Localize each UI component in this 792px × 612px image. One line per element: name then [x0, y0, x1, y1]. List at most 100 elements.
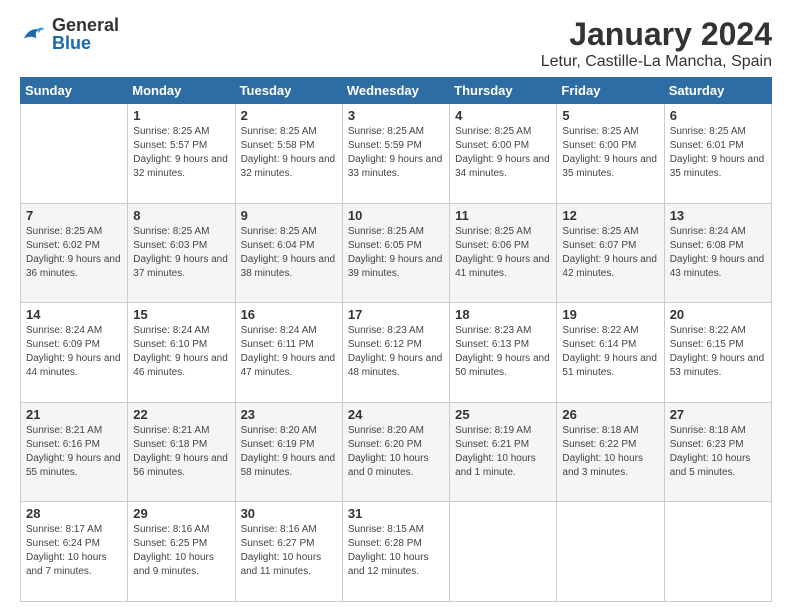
day-number: 28 — [26, 506, 122, 521]
sunrise-text: Sunrise: 8:21 AM — [133, 425, 209, 436]
table-cell: 9 Sunrise: 8:25 AM Sunset: 6:04 PM Dayli… — [235, 203, 342, 303]
table-cell: 4 Sunrise: 8:25 AM Sunset: 6:00 PM Dayli… — [450, 104, 557, 204]
daylight-text: Daylight: 9 hours and 34 minutes. — [455, 154, 550, 179]
cell-content: Sunrise: 8:15 AM Sunset: 6:28 PM Dayligh… — [348, 523, 444, 579]
table-cell: 17 Sunrise: 8:23 AM Sunset: 6:12 PM Dayl… — [342, 303, 449, 403]
table-cell: 21 Sunrise: 8:21 AM Sunset: 6:16 PM Dayl… — [21, 402, 128, 502]
table-cell: 28 Sunrise: 8:17 AM Sunset: 6:24 PM Dayl… — [21, 502, 128, 602]
sunrise-text: Sunrise: 8:16 AM — [241, 524, 317, 535]
logo-general: General — [52, 16, 119, 34]
sunset-text: Sunset: 6:18 PM — [133, 439, 207, 450]
daylight-text: Daylight: 9 hours and 37 minutes. — [133, 254, 228, 279]
cell-content: Sunrise: 8:22 AM Sunset: 6:15 PM Dayligh… — [670, 324, 766, 380]
day-number: 22 — [133, 407, 229, 422]
cell-content: Sunrise: 8:23 AM Sunset: 6:12 PM Dayligh… — [348, 324, 444, 380]
day-number: 10 — [348, 208, 444, 223]
daylight-text: Daylight: 9 hours and 41 minutes. — [455, 254, 550, 279]
day-number: 7 — [26, 208, 122, 223]
sunset-text: Sunset: 5:57 PM — [133, 140, 207, 151]
sunrise-text: Sunrise: 8:25 AM — [133, 126, 209, 137]
sunrise-text: Sunrise: 8:15 AM — [348, 524, 424, 535]
day-number: 2 — [241, 108, 337, 123]
cell-content: Sunrise: 8:25 AM Sunset: 6:01 PM Dayligh… — [670, 125, 766, 181]
table-cell: 23 Sunrise: 8:20 AM Sunset: 6:19 PM Dayl… — [235, 402, 342, 502]
daylight-text: Daylight: 9 hours and 48 minutes. — [348, 353, 443, 378]
day-number: 15 — [133, 307, 229, 322]
sunrise-text: Sunrise: 8:23 AM — [455, 325, 531, 336]
table-cell: 14 Sunrise: 8:24 AM Sunset: 6:09 PM Dayl… — [21, 303, 128, 403]
daylight-text: Daylight: 9 hours and 46 minutes. — [133, 353, 228, 378]
table-cell: 24 Sunrise: 8:20 AM Sunset: 6:20 PM Dayl… — [342, 402, 449, 502]
col-thursday: Thursday — [450, 78, 557, 104]
col-wednesday: Wednesday — [342, 78, 449, 104]
cell-content: Sunrise: 8:24 AM Sunset: 6:08 PM Dayligh… — [670, 225, 766, 281]
sunset-text: Sunset: 6:10 PM — [133, 339, 207, 350]
table-cell: 13 Sunrise: 8:24 AM Sunset: 6:08 PM Dayl… — [664, 203, 771, 303]
daylight-text: Daylight: 9 hours and 50 minutes. — [455, 353, 550, 378]
logo: General Blue — [20, 16, 119, 52]
sunrise-text: Sunrise: 8:25 AM — [241, 126, 317, 137]
cell-content: Sunrise: 8:25 AM Sunset: 5:58 PM Dayligh… — [241, 125, 337, 181]
day-number: 29 — [133, 506, 229, 521]
sunset-text: Sunset: 6:27 PM — [241, 538, 315, 549]
table-cell: 12 Sunrise: 8:25 AM Sunset: 6:07 PM Dayl… — [557, 203, 664, 303]
cell-content: Sunrise: 8:25 AM Sunset: 6:02 PM Dayligh… — [26, 225, 122, 281]
cell-content: Sunrise: 8:24 AM Sunset: 6:11 PM Dayligh… — [241, 324, 337, 380]
week-row-4: 28 Sunrise: 8:17 AM Sunset: 6:24 PM Dayl… — [21, 502, 772, 602]
daylight-text: Daylight: 9 hours and 42 minutes. — [562, 254, 657, 279]
sunrise-text: Sunrise: 8:22 AM — [670, 325, 746, 336]
daylight-text: Daylight: 9 hours and 32 minutes. — [241, 154, 336, 179]
daylight-text: Daylight: 9 hours and 47 minutes. — [241, 353, 336, 378]
table-cell: 30 Sunrise: 8:16 AM Sunset: 6:27 PM Dayl… — [235, 502, 342, 602]
sunset-text: Sunset: 6:04 PM — [241, 240, 315, 251]
day-number: 31 — [348, 506, 444, 521]
daylight-text: Daylight: 10 hours and 7 minutes. — [26, 552, 107, 577]
day-number: 12 — [562, 208, 658, 223]
week-row-2: 14 Sunrise: 8:24 AM Sunset: 6:09 PM Dayl… — [21, 303, 772, 403]
sunrise-text: Sunrise: 8:25 AM — [562, 226, 638, 237]
sunrise-text: Sunrise: 8:24 AM — [241, 325, 317, 336]
sunset-text: Sunset: 6:21 PM — [455, 439, 529, 450]
day-number: 3 — [348, 108, 444, 123]
table-cell: 16 Sunrise: 8:24 AM Sunset: 6:11 PM Dayl… — [235, 303, 342, 403]
page: General Blue January 2024 Letur, Castill… — [0, 0, 792, 612]
sunrise-text: Sunrise: 8:25 AM — [348, 226, 424, 237]
daylight-text: Daylight: 9 hours and 33 minutes. — [348, 154, 443, 179]
cell-content: Sunrise: 8:18 AM Sunset: 6:23 PM Dayligh… — [670, 424, 766, 480]
sunset-text: Sunset: 6:23 PM — [670, 439, 744, 450]
col-saturday: Saturday — [664, 78, 771, 104]
sunset-text: Sunset: 6:00 PM — [562, 140, 636, 151]
table-cell: 6 Sunrise: 8:25 AM Sunset: 6:01 PM Dayli… — [664, 104, 771, 204]
sunrise-text: Sunrise: 8:24 AM — [670, 226, 746, 237]
col-tuesday: Tuesday — [235, 78, 342, 104]
col-monday: Monday — [128, 78, 235, 104]
table-cell — [21, 104, 128, 204]
sunrise-text: Sunrise: 8:19 AM — [455, 425, 531, 436]
day-number: 16 — [241, 307, 337, 322]
cell-content: Sunrise: 8:25 AM Sunset: 6:07 PM Dayligh… — [562, 225, 658, 281]
daylight-text: Daylight: 9 hours and 55 minutes. — [26, 453, 121, 478]
sunrise-text: Sunrise: 8:25 AM — [241, 226, 317, 237]
day-number: 21 — [26, 407, 122, 422]
sunset-text: Sunset: 6:24 PM — [26, 538, 100, 549]
sunset-text: Sunset: 6:25 PM — [133, 538, 207, 549]
cell-content: Sunrise: 8:25 AM Sunset: 6:00 PM Dayligh… — [455, 125, 551, 181]
sunset-text: Sunset: 6:13 PM — [455, 339, 529, 350]
cell-content: Sunrise: 8:18 AM Sunset: 6:22 PM Dayligh… — [562, 424, 658, 480]
sunset-text: Sunset: 5:58 PM — [241, 140, 315, 151]
cell-content: Sunrise: 8:25 AM Sunset: 5:59 PM Dayligh… — [348, 125, 444, 181]
cell-content: Sunrise: 8:25 AM Sunset: 6:03 PM Dayligh… — [133, 225, 229, 281]
table-cell: 22 Sunrise: 8:21 AM Sunset: 6:18 PM Dayl… — [128, 402, 235, 502]
daylight-text: Daylight: 10 hours and 12 minutes. — [348, 552, 429, 577]
table-cell: 27 Sunrise: 8:18 AM Sunset: 6:23 PM Dayl… — [664, 402, 771, 502]
table-cell: 2 Sunrise: 8:25 AM Sunset: 5:58 PM Dayli… — [235, 104, 342, 204]
calendar: Sunday Monday Tuesday Wednesday Thursday… — [20, 77, 772, 602]
day-number: 30 — [241, 506, 337, 521]
cell-content: Sunrise: 8:16 AM Sunset: 6:27 PM Dayligh… — [241, 523, 337, 579]
location: Letur, Castille-La Mancha, Spain — [541, 53, 772, 71]
sunset-text: Sunset: 6:05 PM — [348, 240, 422, 251]
day-number: 27 — [670, 407, 766, 422]
daylight-text: Daylight: 9 hours and 32 minutes. — [133, 154, 228, 179]
day-number: 20 — [670, 307, 766, 322]
table-cell: 7 Sunrise: 8:25 AM Sunset: 6:02 PM Dayli… — [21, 203, 128, 303]
